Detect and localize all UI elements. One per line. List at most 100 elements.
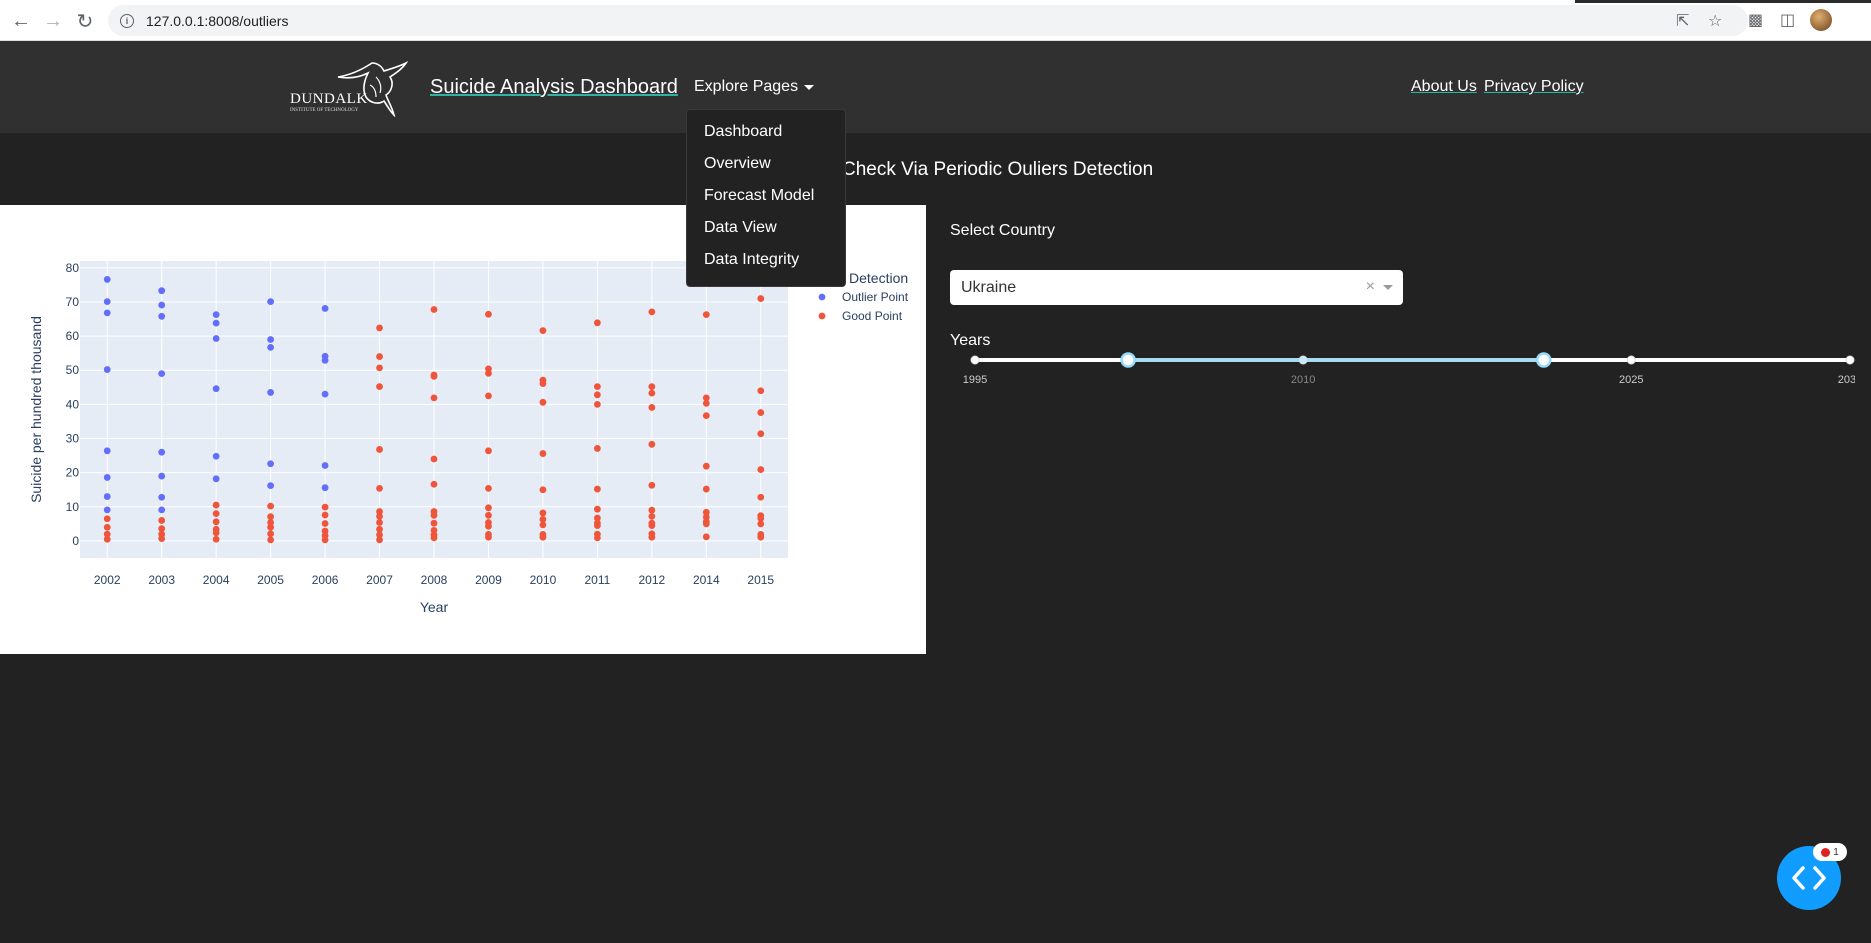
good-point xyxy=(376,383,383,391)
good-point xyxy=(648,383,656,391)
y-tick-label: 40 xyxy=(66,397,80,411)
caret-down-icon xyxy=(804,84,815,90)
about-us-link[interactable]: About Us xyxy=(1411,78,1477,96)
good-point xyxy=(158,517,166,524)
address-bar[interactable]: i 127.0.0.1:8008/outliers xyxy=(108,5,1748,36)
reload-icon[interactable]: ↻ xyxy=(72,8,98,34)
explore-pages-menu: Dashboard Overview Forecast Model Data V… xyxy=(686,109,846,287)
clear-selection-icon[interactable]: × xyxy=(1366,278,1375,296)
good-point xyxy=(593,383,601,391)
legend-marker xyxy=(818,312,826,320)
chevron-down-icon[interactable] xyxy=(1383,285,1393,290)
years-range-slider[interactable]: 1995 2010 2025 2035 xyxy=(950,350,1855,400)
outlier-point xyxy=(158,312,166,320)
good-point xyxy=(430,511,438,519)
slider-handle[interactable] xyxy=(1120,352,1136,368)
good-point xyxy=(757,409,765,416)
error-count: 1 xyxy=(1833,846,1839,858)
explore-pages-toggle[interactable]: Explore Pages xyxy=(694,78,815,96)
slider-mark-dot xyxy=(1299,356,1308,364)
good-point xyxy=(757,387,765,395)
slider-mark-label: 2035 xyxy=(1838,374,1855,386)
code-brackets-icon xyxy=(1792,866,1826,890)
good-point xyxy=(376,324,383,332)
menu-item-data-view[interactable]: Data View xyxy=(687,216,845,248)
good-point xyxy=(702,399,710,407)
good-point xyxy=(539,521,547,529)
outlier-point xyxy=(212,311,220,318)
good-point xyxy=(376,519,383,526)
good-point xyxy=(648,522,656,529)
good-point xyxy=(593,400,601,408)
good-point xyxy=(593,522,601,529)
good-point xyxy=(212,518,220,526)
x-tick-label: 2007 xyxy=(366,573,393,587)
forward-icon[interactable]: → xyxy=(40,8,66,34)
outlier-point xyxy=(103,447,111,455)
y-tick-label: 70 xyxy=(66,295,80,309)
good-point xyxy=(376,512,383,520)
y-tick-label: 80 xyxy=(66,261,80,275)
good-point xyxy=(376,484,383,492)
country-select-value: Ukraine xyxy=(961,278,1017,296)
good-point xyxy=(593,485,601,493)
outlier-point xyxy=(158,493,166,501)
back-icon[interactable]: ← xyxy=(8,8,34,34)
outlier-point xyxy=(212,452,220,460)
good-point xyxy=(593,445,601,452)
outlier-point xyxy=(212,385,220,393)
y-tick-label: 0 xyxy=(72,534,79,548)
extensions-icon[interactable]: ▩ xyxy=(1748,10,1763,30)
good-point xyxy=(430,394,438,402)
menu-item-data-integrity[interactable]: Data Integrity xyxy=(687,248,845,280)
good-point xyxy=(103,523,111,531)
legend-marker xyxy=(818,293,826,301)
side-panel-icon[interactable]: ◫ xyxy=(1780,10,1795,30)
good-point xyxy=(485,511,492,519)
good-point xyxy=(757,493,765,501)
good-point xyxy=(702,485,710,493)
good-point xyxy=(539,327,547,335)
menu-item-forecast-model[interactable]: Forecast Model xyxy=(687,184,845,216)
country-select[interactable]: Ukraine × xyxy=(950,270,1403,305)
dundalk-logo[interactable]: DUNDALK INSTITUTE OF TECHNOLOGY xyxy=(290,57,408,117)
x-tick-label: 2005 xyxy=(257,573,284,587)
site-info-icon[interactable]: i xyxy=(120,13,134,28)
good-point xyxy=(539,533,547,541)
outlier-point xyxy=(103,276,111,283)
good-point xyxy=(267,530,275,538)
outlier-point xyxy=(267,389,275,396)
x-tick-label: 2004 xyxy=(203,573,230,587)
good-point xyxy=(376,536,383,544)
slider-handle[interactable] xyxy=(1536,352,1552,368)
good-point xyxy=(593,319,601,327)
good-point xyxy=(321,536,329,544)
good-point xyxy=(103,535,111,543)
legend-entry: Outlier Point xyxy=(842,290,909,304)
share-icon[interactable]: ⇱ xyxy=(1676,11,1689,31)
browser-toolbar: ← → ↻ i 127.0.0.1:8008/outliers ⇱ ☆ ▩ ◫ xyxy=(0,0,1871,41)
dashboard-brand-link[interactable]: Suicide Analysis Dashboard xyxy=(430,76,678,99)
x-tick-label: 2003 xyxy=(148,573,175,587)
outlier-point xyxy=(212,475,220,483)
good-point xyxy=(430,455,438,463)
outlier-point xyxy=(267,482,275,490)
menu-item-dashboard[interactable]: Dashboard xyxy=(687,120,845,152)
outlier-point xyxy=(103,298,111,306)
error-count-badge[interactable]: 1 xyxy=(1813,843,1847,861)
slider-mark-label: 1995 xyxy=(963,374,987,386)
bookmark-star-icon[interactable]: ☆ xyxy=(1708,11,1722,31)
legend-title: Detection xyxy=(849,270,908,286)
outlier-point xyxy=(103,493,111,500)
privacy-policy-link[interactable]: Privacy Policy xyxy=(1484,78,1584,96)
good-point xyxy=(485,447,492,455)
y-tick-label: 20 xyxy=(66,466,80,480)
profile-avatar[interactable] xyxy=(1810,9,1832,31)
explore-pages-label: Explore Pages xyxy=(694,78,799,95)
legend-entry: Good Point xyxy=(842,309,903,323)
good-point xyxy=(648,308,656,316)
outlier-point xyxy=(267,343,275,351)
menu-item-overview[interactable]: Overview xyxy=(687,152,845,184)
good-point xyxy=(267,523,275,531)
good-point xyxy=(485,504,492,512)
